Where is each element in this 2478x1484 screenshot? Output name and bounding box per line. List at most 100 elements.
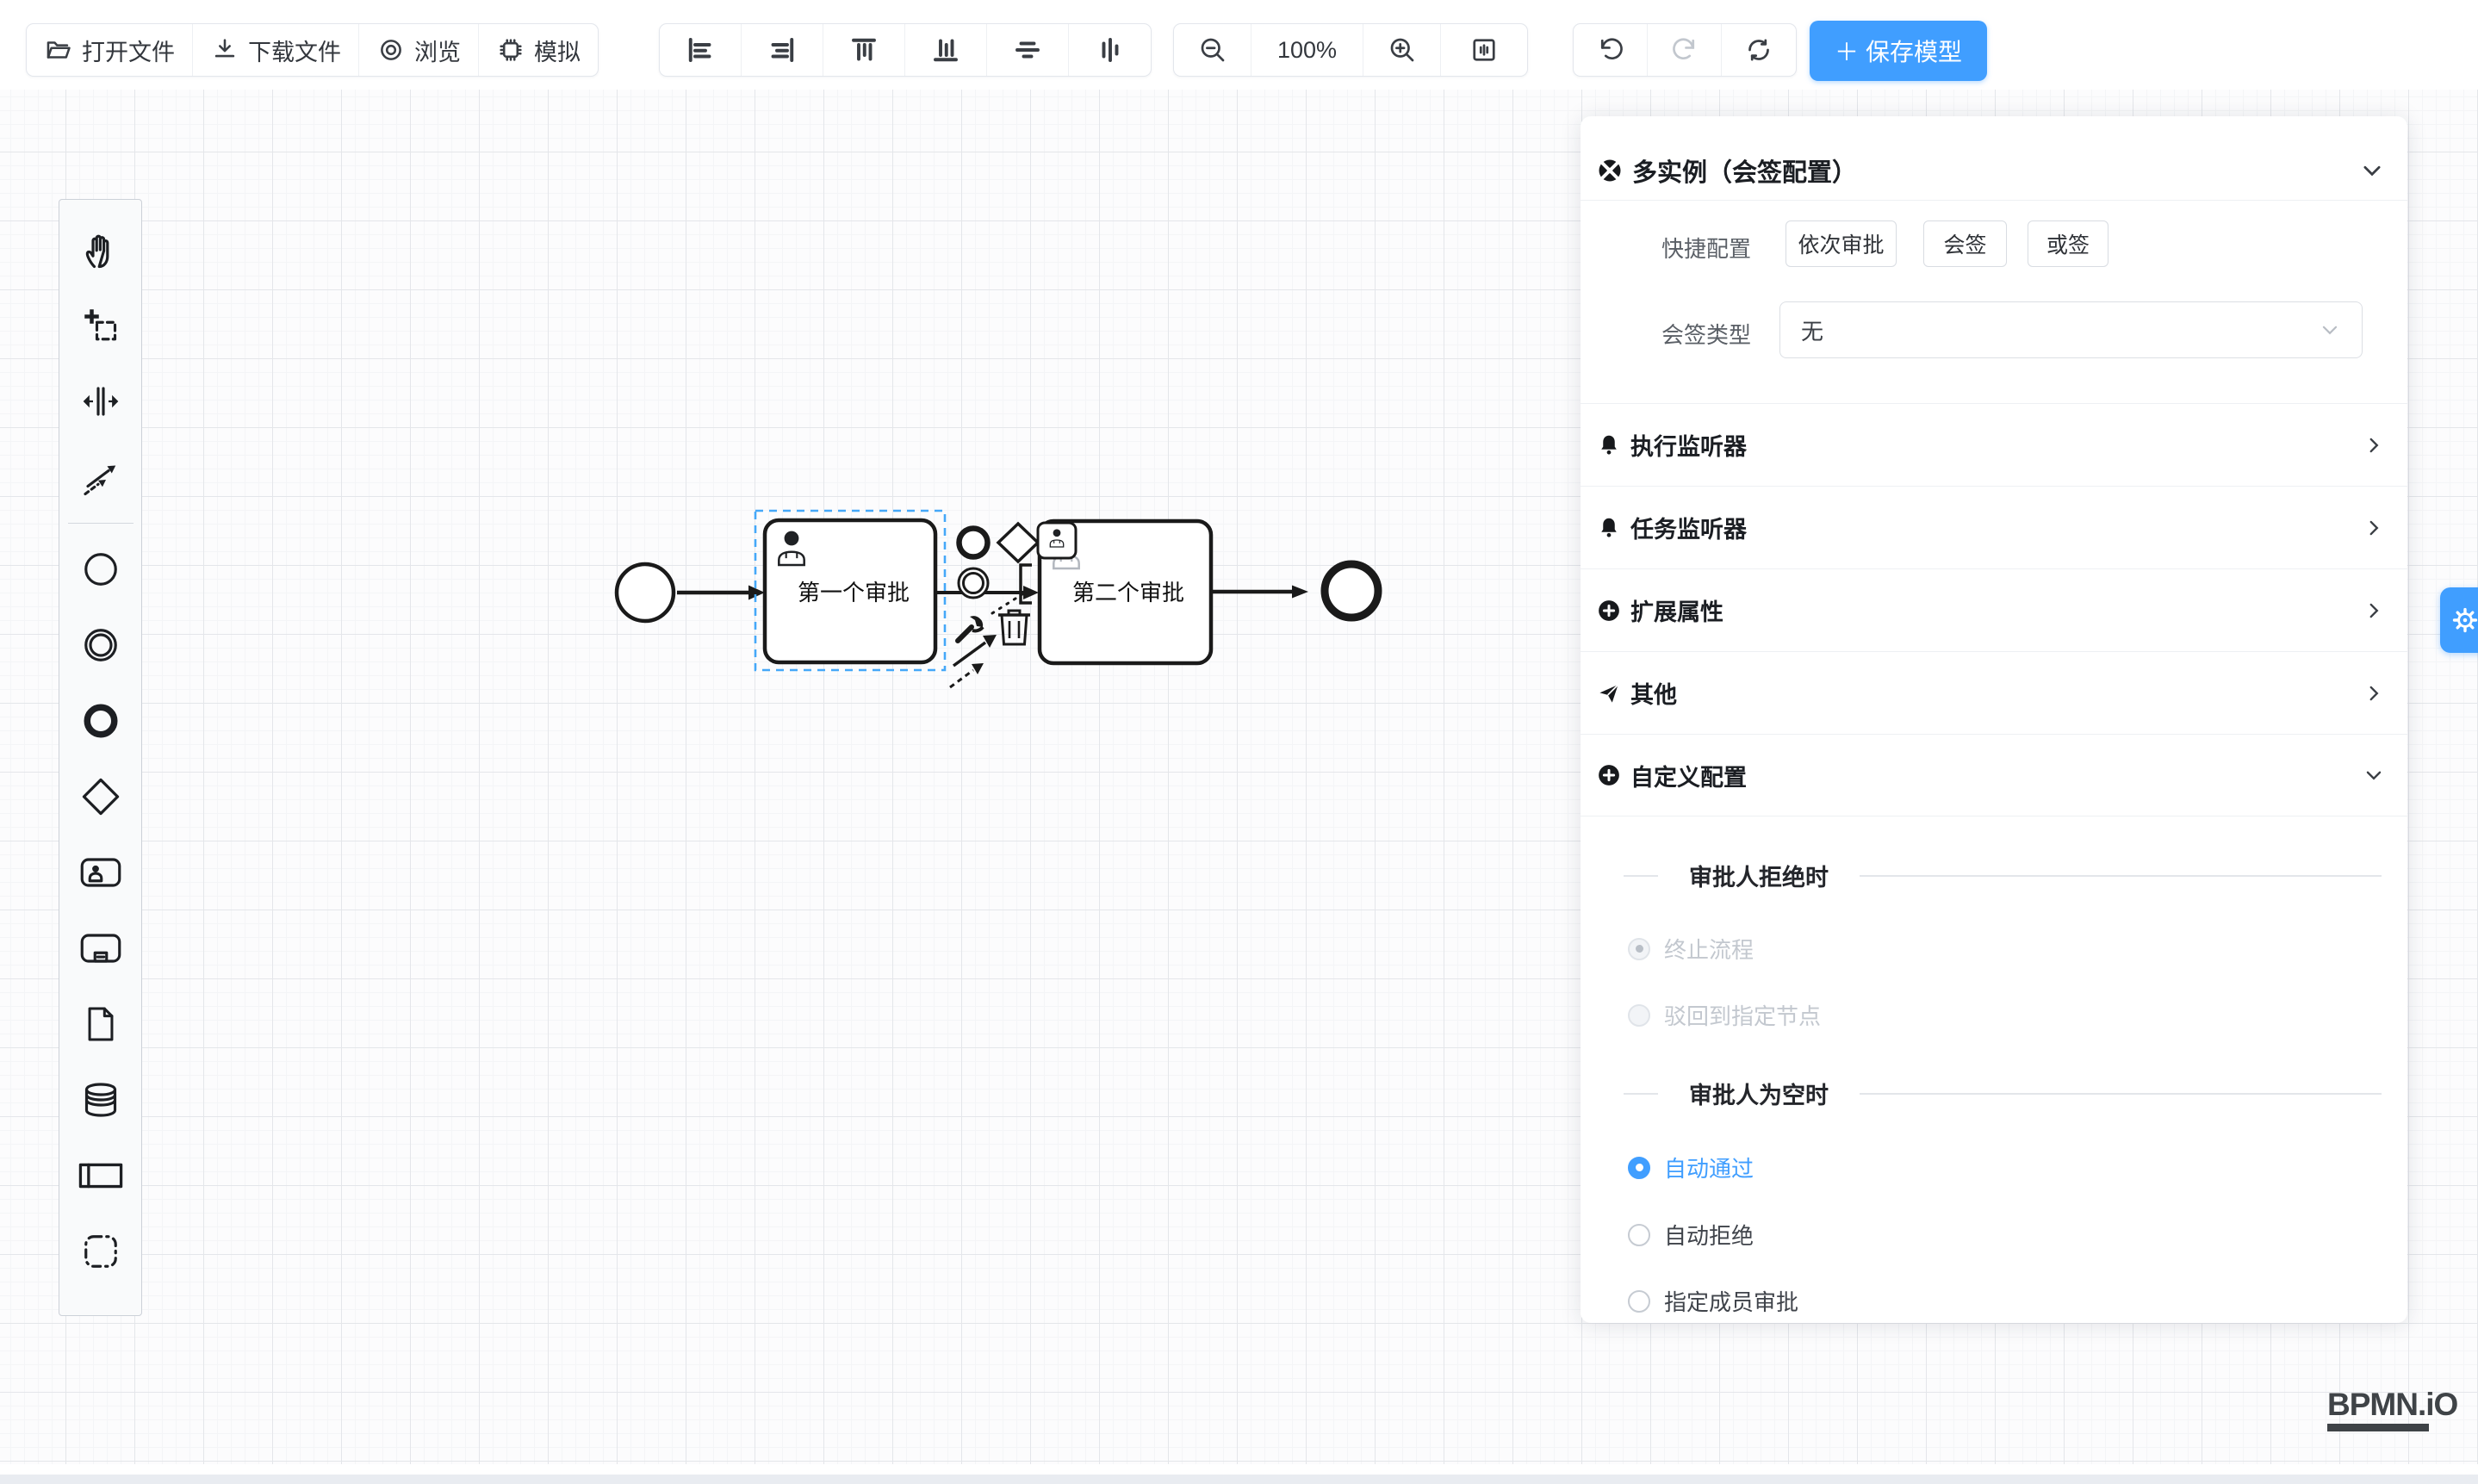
zoom-in-button[interactable] — [1363, 24, 1441, 76]
multi-instance-header[interactable]: 多实例（会签配置） — [1581, 142, 2407, 199]
align-left-button[interactable] — [660, 24, 742, 76]
palette-start-event[interactable] — [59, 531, 142, 607]
fit-viewport-icon — [1469, 34, 1500, 65]
heading-line-left — [1624, 1093, 1658, 1095]
section-task-listener[interactable]: 任务监听器 — [1581, 486, 2407, 568]
align-center-horizontal-icon — [1095, 34, 1126, 65]
palette-end-event[interactable] — [59, 683, 142, 759]
task2-label: 第二个审批 — [1072, 580, 1184, 605]
radio-label: 指定成员审批 — [1664, 1285, 1798, 1317]
align-top-button[interactable] — [823, 24, 905, 76]
radio-label: 终止流程 — [1664, 933, 1754, 965]
palette-user-task[interactable] — [59, 835, 142, 910]
task1-shape[interactable]: 第一个审批 — [765, 520, 935, 662]
chevron-down-icon[interactable] — [2359, 158, 2385, 183]
open-file-button[interactable]: 打开文件 — [27, 24, 193, 76]
zoom-out-button[interactable] — [1174, 24, 1251, 76]
palette-intermediate-event[interactable] — [59, 607, 142, 683]
radio-circle — [1628, 1004, 1650, 1027]
append-gateway-button[interactable] — [998, 524, 1038, 562]
approver-empty-heading: 审批人为空时 — [1581, 1077, 2407, 1110]
align-right-button[interactable] — [742, 24, 823, 76]
orsign-label: 或签 — [2046, 228, 2090, 259]
align-bottom-button[interactable] — [905, 24, 987, 76]
heading-line-right — [1860, 875, 2382, 877]
change-type-wrench-button[interactable] — [958, 616, 983, 641]
redo-icon — [1669, 34, 1700, 65]
palette-data-object[interactable] — [59, 986, 142, 1062]
space-tool[interactable] — [59, 363, 142, 439]
section-custom-config[interactable]: 自定义配置 — [1581, 734, 2407, 817]
quick-config-sequential-button[interactable]: 依次审批 — [1786, 220, 1897, 267]
bottom-strip — [0, 1464, 2478, 1475]
download-icon — [210, 35, 239, 65]
radio-label: 自动通过 — [1664, 1152, 1754, 1183]
start-event-shape[interactable] — [617, 564, 674, 621]
delete-trash-button[interactable] — [998, 611, 1030, 644]
bpmn-io-logo-underline — [2327, 1424, 2429, 1431]
quick-config-label: 快捷配置 — [1661, 232, 1751, 264]
group-icon — [80, 1231, 121, 1272]
approver-empty-title: 审批人为空时 — [1689, 1077, 1829, 1110]
palette-subprocess[interactable] — [59, 910, 142, 986]
end-event-shape[interactable] — [1325, 564, 1378, 618]
hand-tool[interactable] — [59, 212, 142, 288]
heading-line-right — [1860, 1093, 2382, 1095]
settings-toggle-tab[interactable] — [2440, 587, 2478, 653]
section-extended-attributes[interactable]: 扩展属性 — [1581, 568, 2407, 651]
redo-button[interactable] — [1648, 24, 1722, 76]
radio-terminate-process[interactable]: 终止流程 — [1628, 933, 1754, 965]
simulate-button[interactable]: 模拟 — [479, 24, 598, 76]
radio-assign-member[interactable]: 指定成员审批 — [1628, 1285, 1798, 1317]
align-center-horizontal-button[interactable] — [1069, 24, 1151, 76]
section-label: 任务监听器 — [1630, 511, 2363, 544]
countersign-label: 会签 — [1943, 228, 1986, 259]
lasso-tool[interactable] — [59, 288, 142, 363]
chevron-right-icon — [2363, 517, 2385, 539]
palette-data-store[interactable] — [59, 1062, 142, 1138]
simulate-chip-icon — [496, 35, 525, 65]
user-task-icon — [78, 852, 123, 893]
palette-participant-pool[interactable] — [59, 1138, 142, 1214]
radio-auto-pass[interactable]: 自动通过 — [1628, 1152, 1754, 1183]
sequence-flow-3[interactable] — [1211, 586, 1308, 599]
section-execution-listener[interactable]: 执行监听器 — [1581, 403, 2407, 486]
save-model-label: 保存模型 — [1866, 34, 1962, 68]
section-label: 其他 — [1630, 676, 2363, 710]
fit-viewport-button[interactable] — [1441, 24, 1527, 76]
space-tool-icon — [80, 381, 121, 422]
intermediate-event-icon — [80, 624, 121, 666]
undo-button[interactable] — [1574, 24, 1648, 76]
align-top-icon — [848, 34, 879, 65]
align-center-vertical-button[interactable] — [987, 24, 1069, 76]
preview-button[interactable]: 浏览 — [359, 24, 479, 76]
quick-config-countersign-button[interactable]: 会签 — [1923, 220, 2007, 267]
palette-group[interactable] — [59, 1214, 142, 1289]
section-others[interactable]: 其他 — [1581, 651, 2407, 734]
global-connect-tool[interactable] — [59, 439, 142, 515]
palette-gateway[interactable] — [59, 759, 142, 835]
gear-icon — [2450, 605, 2478, 635]
zoom-in-icon — [1387, 34, 1418, 65]
horizontal-scrollbar[interactable] — [0, 1475, 2478, 1484]
download-file-button[interactable]: 下载文件 — [193, 24, 359, 76]
sequence-flow-1[interactable] — [677, 586, 765, 600]
approver-reject-title: 审批人拒绝时 — [1689, 859, 1829, 892]
reset-button[interactable] — [1722, 24, 1796, 76]
append-user-task-button[interactable] — [1038, 523, 1076, 558]
quick-config-orsign-button[interactable]: 或签 — [2028, 220, 2108, 267]
radio-reject-to-node[interactable]: 驳回到指定节点 — [1628, 999, 1821, 1031]
zoom-level-value: 100% — [1277, 37, 1337, 64]
multi-instance-title: 多实例（会签配置） — [1632, 152, 2359, 189]
align-bottom-icon — [930, 34, 961, 65]
participant-pool-icon — [78, 1157, 124, 1195]
radio-auto-reject[interactable]: 自动拒绝 — [1628, 1219, 1754, 1251]
append-end-event-button[interactable] — [960, 529, 988, 557]
gateway-icon — [79, 775, 122, 818]
bell-icon — [1596, 432, 1622, 458]
bpmn-io-watermark[interactable]: BPMN.iO — [2327, 1387, 2457, 1431]
sign-type-select[interactable]: 无 — [1779, 301, 2363, 358]
append-intermediate-event-button[interactable] — [959, 568, 988, 598]
save-model-button[interactable]: ＋ 保存模型 — [1810, 21, 1987, 81]
bell-icon — [1596, 515, 1622, 541]
